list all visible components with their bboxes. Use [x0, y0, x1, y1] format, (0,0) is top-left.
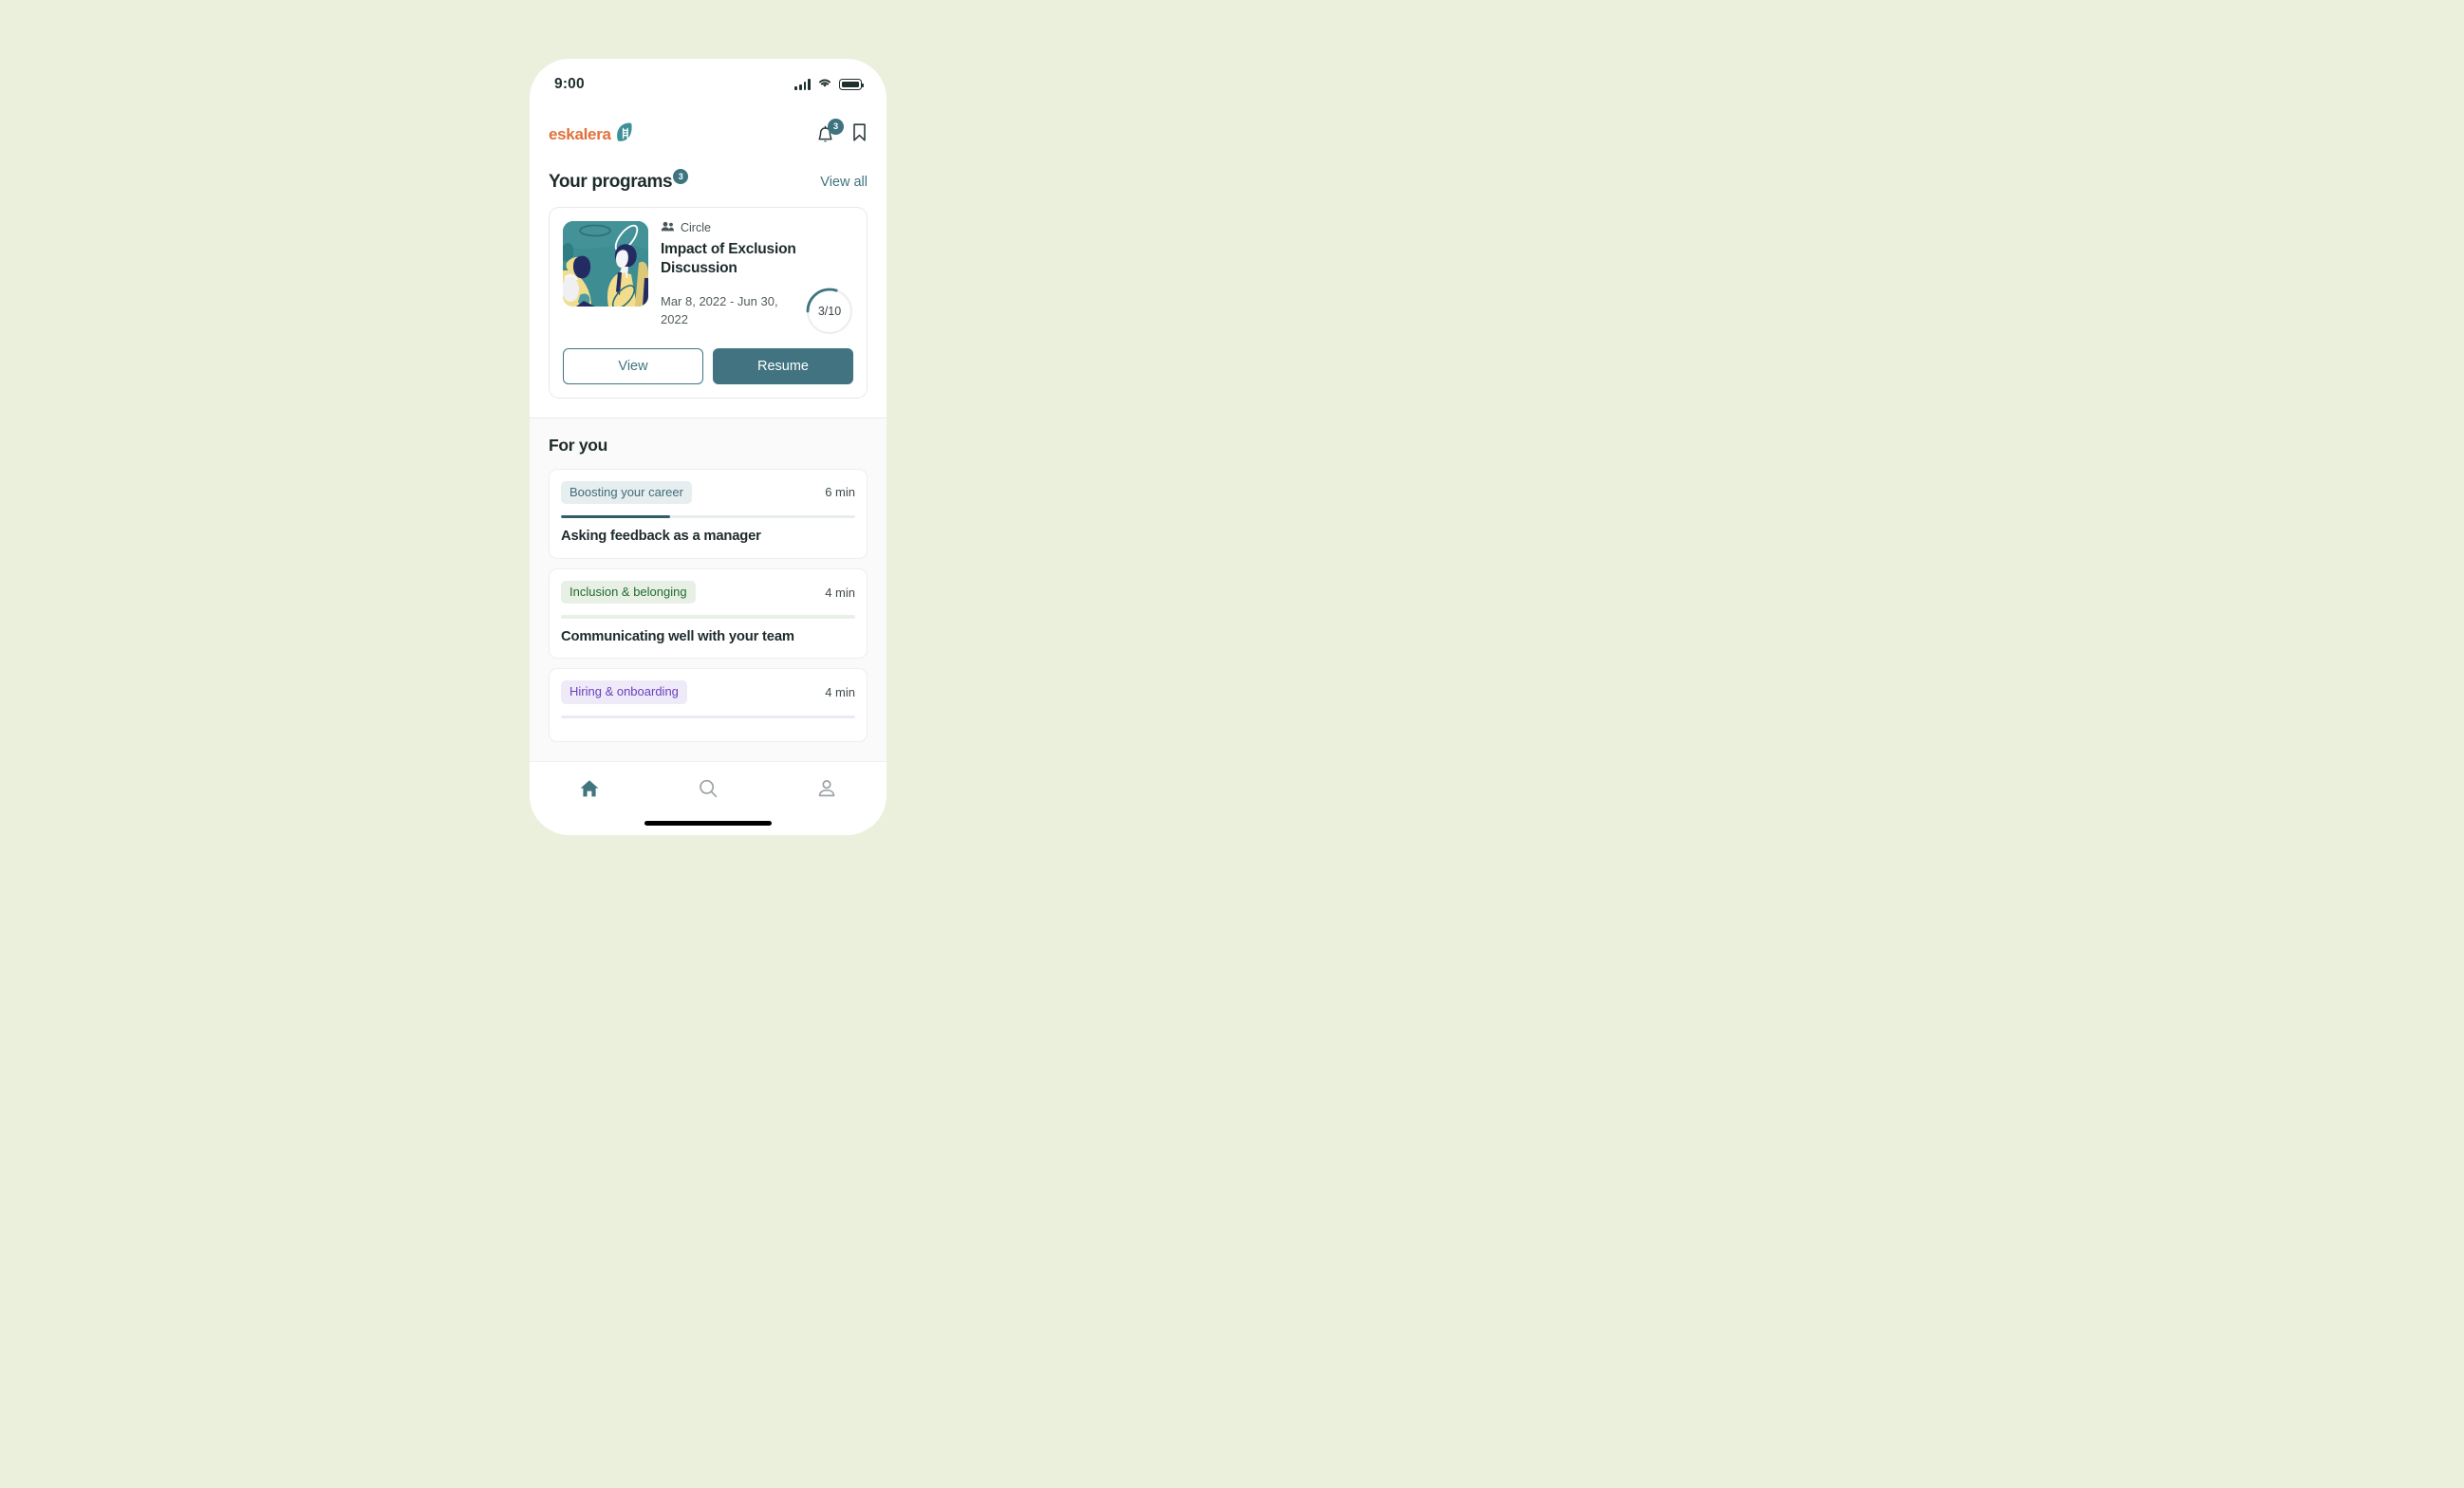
bookmark-icon	[853, 123, 866, 141]
search-icon	[700, 779, 718, 798]
programs-count-badge: 3	[673, 169, 689, 184]
lesson-progress-bar	[561, 515, 855, 519]
tab-search[interactable]	[648, 777, 767, 800]
program-progress-label: 3/10	[817, 304, 842, 318]
your-programs-header: Your programs 3 View all	[549, 169, 868, 192]
status-time: 9:00	[554, 76, 585, 92]
page-title: Your programs	[549, 172, 673, 192]
lesson-duration: 4 min	[825, 684, 855, 699]
lesson-meta-row: Inclusion & belonging 4 min	[561, 581, 855, 604]
for-you-section: For you Boosting your career 6 min Askin…	[530, 418, 887, 761]
eskalera-logo[interactable]: eskalera	[549, 122, 633, 147]
resume-button[interactable]: Resume	[713, 347, 853, 384]
lesson-category-tag[interactable]: Boosting your career	[561, 480, 692, 505]
view-button[interactable]: View	[563, 347, 703, 384]
status-icons	[794, 76, 865, 93]
view-all-link[interactable]: View all	[820, 173, 868, 190]
notification-badge: 3	[828, 119, 844, 135]
program-illustration-thumbnail	[563, 220, 648, 307]
home-icon	[580, 780, 599, 797]
lesson-progress-bar	[561, 615, 855, 619]
status-bar: 9:00	[530, 59, 887, 110]
program-card-info: Circle Impact of Exclusion Discussion Ma…	[661, 221, 853, 335]
wifi-icon	[817, 76, 832, 93]
bookmark-button[interactable]	[851, 122, 868, 147]
for-you-title: For you	[549, 435, 608, 455]
person-icon	[819, 780, 835, 797]
people-group-icon	[661, 221, 675, 235]
lesson-category-tag[interactable]: Inclusion & belonging	[561, 581, 696, 604]
list-item[interactable]: Boosting your career 6 min Asking feedba…	[549, 468, 868, 560]
notifications-button[interactable]: 3	[816, 119, 844, 146]
lesson-progress-bar	[561, 715, 855, 718]
your-programs-title-wrap: Your programs 3	[549, 169, 689, 192]
screen-content: Your programs 3 View all Circle Impact o…	[530, 159, 887, 835]
tab-home[interactable]	[530, 777, 648, 800]
lesson-duration: 6 min	[825, 485, 855, 500]
lesson-meta-row: Hiring & onboarding 4 min	[561, 680, 855, 704]
list-item[interactable]: Inclusion & belonging 4 min Communicatin…	[549, 568, 868, 660]
your-programs-section: Your programs 3 View all Circle Impact o…	[530, 159, 887, 418]
lesson-meta-row: Boosting your career 6 min	[561, 480, 855, 505]
program-title: Impact of Exclusion Discussion	[661, 240, 796, 277]
app-header: eskalera 3	[530, 110, 887, 159]
lesson-category-tag[interactable]: Hiring & onboarding	[561, 680, 687, 704]
program-dates: Mar 8, 2022 - Jun 30, 2022	[661, 294, 778, 326]
cellular-signal-icon	[794, 79, 811, 90]
lesson-duration: 4 min	[825, 585, 855, 600]
program-card[interactable]: Circle Impact of Exclusion Discussion Ma…	[549, 206, 868, 399]
program-dates-row: Mar 8, 2022 - Jun 30, 2022 3/10	[661, 288, 853, 335]
battery-full-icon	[839, 79, 865, 90]
program-card-actions: View Resume	[563, 347, 853, 384]
header-actions: 3	[816, 119, 868, 147]
list-item[interactable]: Hiring & onboarding 4 min	[549, 668, 868, 742]
home-indicator	[644, 821, 772, 826]
logo-wordmark: eskalera	[549, 125, 611, 143]
lesson-title: Communicating well with your team	[561, 628, 794, 644]
leaf-ladder-logo-icon	[615, 122, 633, 147]
program-card-top: Circle Impact of Exclusion Discussion Ma…	[563, 220, 853, 335]
screenshot-canvas: 9:00 eskalera 3 Your programs 3 View all…	[0, 0, 2464, 1488]
lesson-title: Asking feedback as a manager	[561, 529, 761, 545]
program-type-row: Circle	[661, 221, 853, 235]
program-progress-ring: 3/10	[806, 288, 853, 335]
program-type-label: Circle	[681, 221, 711, 235]
phone-frame: 9:00 eskalera 3 Your programs 3 View all…	[530, 59, 887, 835]
tab-profile[interactable]	[768, 777, 887, 800]
